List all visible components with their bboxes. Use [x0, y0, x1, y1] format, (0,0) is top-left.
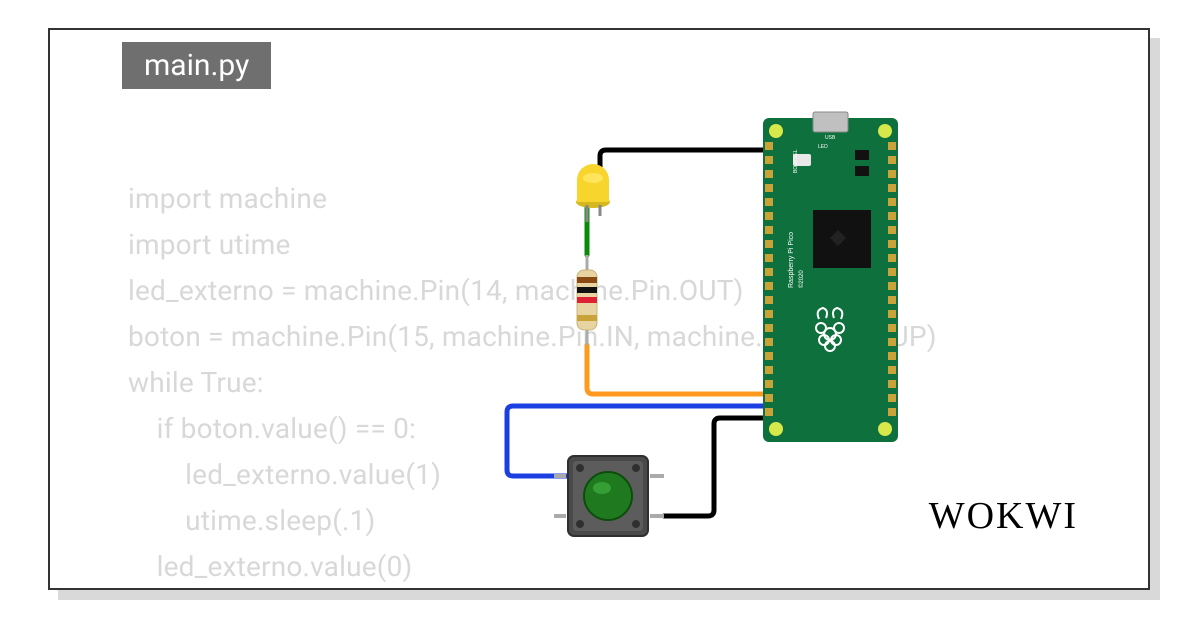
code-line-6: if boton.value() == 0: — [128, 412, 416, 445]
code-line-1: import machine — [128, 182, 327, 215]
yellow-led[interactable] — [576, 164, 610, 222]
brand-text: WOKWI — [929, 495, 1078, 537]
wire-black-btn — [664, 418, 763, 516]
push-button[interactable] — [554, 456, 664, 536]
code-line-7: led_externo.value(1) — [128, 458, 441, 491]
raspberry-pi-pico[interactable]: Raspberry Pi Pico ©2020 BOOTSEL LED USB — [763, 112, 898, 442]
code-line-5: while True: — [128, 366, 264, 399]
main-card: main.py import machine import utime led_… — [48, 28, 1150, 590]
circuit-diagram: Raspberry Pi Pico ©2020 BOOTSEL LED USB — [450, 110, 1010, 550]
filename-label: main.py — [144, 48, 249, 83]
svg-text:BOOTSEL: BOOTSEL — [793, 149, 799, 173]
wire-orange-gp14 — [587, 345, 763, 394]
svg-text:©2020: ©2020 — [798, 270, 805, 288]
svg-text:Raspberry Pi Pico: Raspberry Pi Pico — [788, 232, 795, 288]
file-tab[interactable]: main.py — [122, 42, 271, 89]
code-line-8: utime.sleep(.1) — [128, 504, 375, 537]
brand-logo: WOKWI — [929, 494, 1078, 538]
code-line-2: import utime — [128, 228, 291, 261]
svg-text:USB: USB — [825, 135, 836, 141]
code-line-9: led_externo.value(0) — [128, 550, 412, 583]
svg-text:LED: LED — [818, 144, 828, 150]
resistor[interactable] — [577, 255, 597, 345]
wire-black-gnd — [600, 150, 763, 195]
